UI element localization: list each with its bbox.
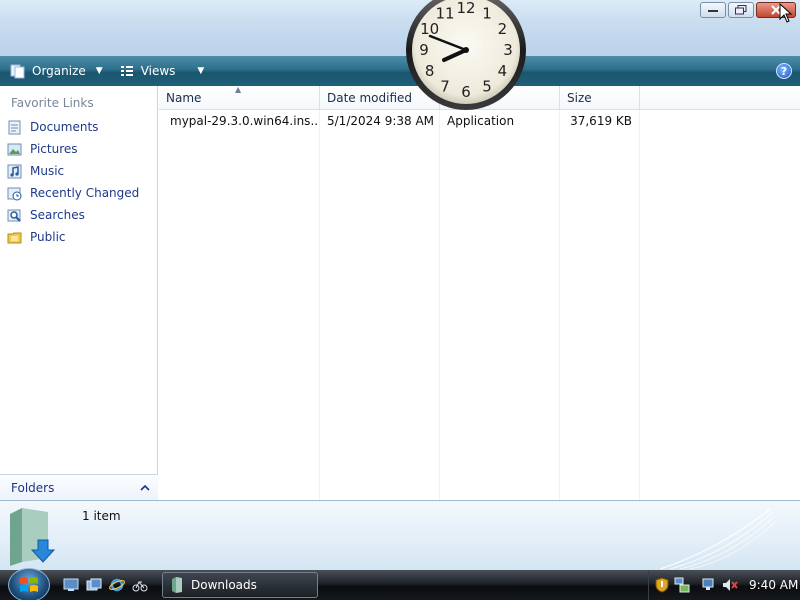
organize-label: Organize: [32, 64, 86, 78]
system-clock[interactable]: 9:40 AM: [749, 578, 798, 592]
clock-numeral: 2: [498, 20, 508, 38]
sidebar-item-pictures[interactable]: Pictures: [0, 138, 157, 160]
file-name-cell: mypal-29.3.0.win64.ins...: [159, 113, 320, 129]
file-list: ▲ Name Date modified Type Size mypal-29.…: [159, 85, 800, 500]
taskbar-button-label: Downloads: [191, 578, 257, 592]
notification-area: 9:40 AM: [648, 570, 800, 600]
sidebar-item-label: Music: [30, 164, 65, 178]
file-name: mypal-29.3.0.win64.ins...: [170, 114, 320, 128]
chevron-down-icon: ▼: [95, 66, 103, 76]
file-type-cell: Application: [447, 114, 515, 128]
organize-menu-button[interactable]: Organize ▼: [6, 59, 107, 83]
clock-numeral: 5: [482, 77, 492, 95]
taskbar-button-downloads[interactable]: Downloads: [162, 572, 318, 598]
views-icon: [120, 66, 133, 76]
sidebar-item-label: Pictures: [30, 142, 78, 156]
chevron-up-icon: [140, 484, 150, 491]
clock-gadget[interactable]: 12 1234567891011: [404, 0, 528, 112]
searches-icon: [7, 208, 22, 223]
minimize-button[interactable]: [700, 2, 726, 18]
windows-logo-icon: [20, 577, 38, 592]
column-header-label: Date modified: [327, 91, 413, 105]
file-size-cell: 37,619 KB: [570, 114, 632, 128]
sidebar-item-public[interactable]: Public: [0, 226, 157, 248]
column-divider: [639, 110, 640, 500]
internet-explorer-icon: [109, 578, 125, 592]
views-label: Views: [140, 64, 176, 78]
help-button[interactable]: ?: [776, 63, 792, 79]
sidebar-item-label: Searches: [30, 208, 85, 222]
internet-explorer-button[interactable]: [108, 576, 126, 594]
column-divider: [319, 110, 320, 500]
quick-launch: [62, 576, 149, 594]
sidebar-item-label: Public: [30, 230, 66, 244]
file-row[interactable]: mypal-29.3.0.win64.ins... 5/1/2024 9:38 …: [159, 110, 800, 132]
command-bar: Organize ▼ Views ▼ ?: [0, 56, 800, 86]
clock-center: [463, 47, 469, 53]
sidebar-item-label: Recently Changed: [30, 186, 140, 200]
recently-changed-icon: [7, 186, 22, 201]
title-bar: [0, 0, 800, 56]
favorite-links-heading: Favorite Links: [11, 96, 94, 110]
show-desktop-icon: [63, 578, 79, 591]
clock-numeral: 6: [461, 83, 471, 101]
column-header-label: Size: [567, 91, 592, 105]
sidebar-item-label: Documents: [30, 120, 99, 134]
clock-numeral: 7: [440, 77, 450, 95]
sidebar-item-music[interactable]: Music: [0, 160, 157, 182]
details-pane: 1 item: [0, 500, 800, 570]
security-shield-icon[interactable]: [655, 577, 669, 593]
help-icon: ?: [780, 64, 788, 78]
network-connection-icon[interactable]: [701, 577, 717, 593]
clock-numeral: 12: [456, 0, 475, 17]
public-folder-icon: [7, 230, 22, 245]
switch-windows-icon: [86, 578, 102, 591]
organize-icon: [10, 64, 25, 79]
clock-numeral: 9: [419, 41, 429, 59]
item-count: 1 item: [82, 509, 121, 523]
sidebar-item-recently-changed[interactable]: Recently Changed: [0, 182, 157, 204]
clock-numeral: 3: [503, 41, 513, 59]
file-date-cell: 5/1/2024 9:38 AM: [327, 114, 435, 128]
bicycle-icon: [132, 581, 148, 592]
column-divider: [559, 110, 560, 500]
column-header-size[interactable]: Size: [560, 86, 640, 110]
sidebar-item-documents[interactable]: Documents: [0, 116, 157, 138]
downloads-folder-icon: [172, 577, 182, 593]
column-header-label: Name: [166, 91, 202, 105]
show-desktop-button[interactable]: [62, 576, 80, 594]
views-menu-button[interactable]: Views ▼: [115, 59, 209, 83]
pictures-icon: [7, 142, 22, 157]
switch-windows-button[interactable]: [85, 576, 103, 594]
decorative-swoosh: [660, 509, 777, 569]
clock-numeral: 8: [425, 62, 435, 80]
sidebar-item-searches[interactable]: Searches: [0, 204, 157, 226]
folders-toggle[interactable]: Folders: [0, 474, 158, 500]
column-guides: [159, 110, 800, 500]
sort-ascending-icon: ▲: [235, 85, 242, 94]
music-icon: [7, 164, 22, 179]
restore-icon: [735, 5, 747, 15]
volume-muted-icon[interactable]: [722, 577, 738, 593]
clock-numeral: 11: [435, 5, 454, 23]
clock-numeral: 4: [498, 62, 508, 80]
clock-numeral: 1: [482, 5, 492, 23]
navigation-pane: Favorite Links Documents Pictures Music …: [0, 86, 158, 500]
network-status-icon[interactable]: [674, 577, 690, 593]
mouse-cursor-icon: [779, 3, 793, 23]
chevron-down-icon: ▼: [197, 66, 205, 76]
column-divider: [439, 110, 440, 500]
minimize-icon: [708, 10, 718, 12]
downloads-folder-icon: [10, 508, 56, 566]
start-button[interactable]: [8, 568, 50, 600]
maximize-button[interactable]: [728, 2, 754, 18]
column-header-name[interactable]: ▲ Name: [159, 85, 320, 110]
documents-icon: [7, 120, 22, 135]
media-player-button[interactable]: [131, 576, 149, 594]
folders-label: Folders: [11, 480, 55, 495]
